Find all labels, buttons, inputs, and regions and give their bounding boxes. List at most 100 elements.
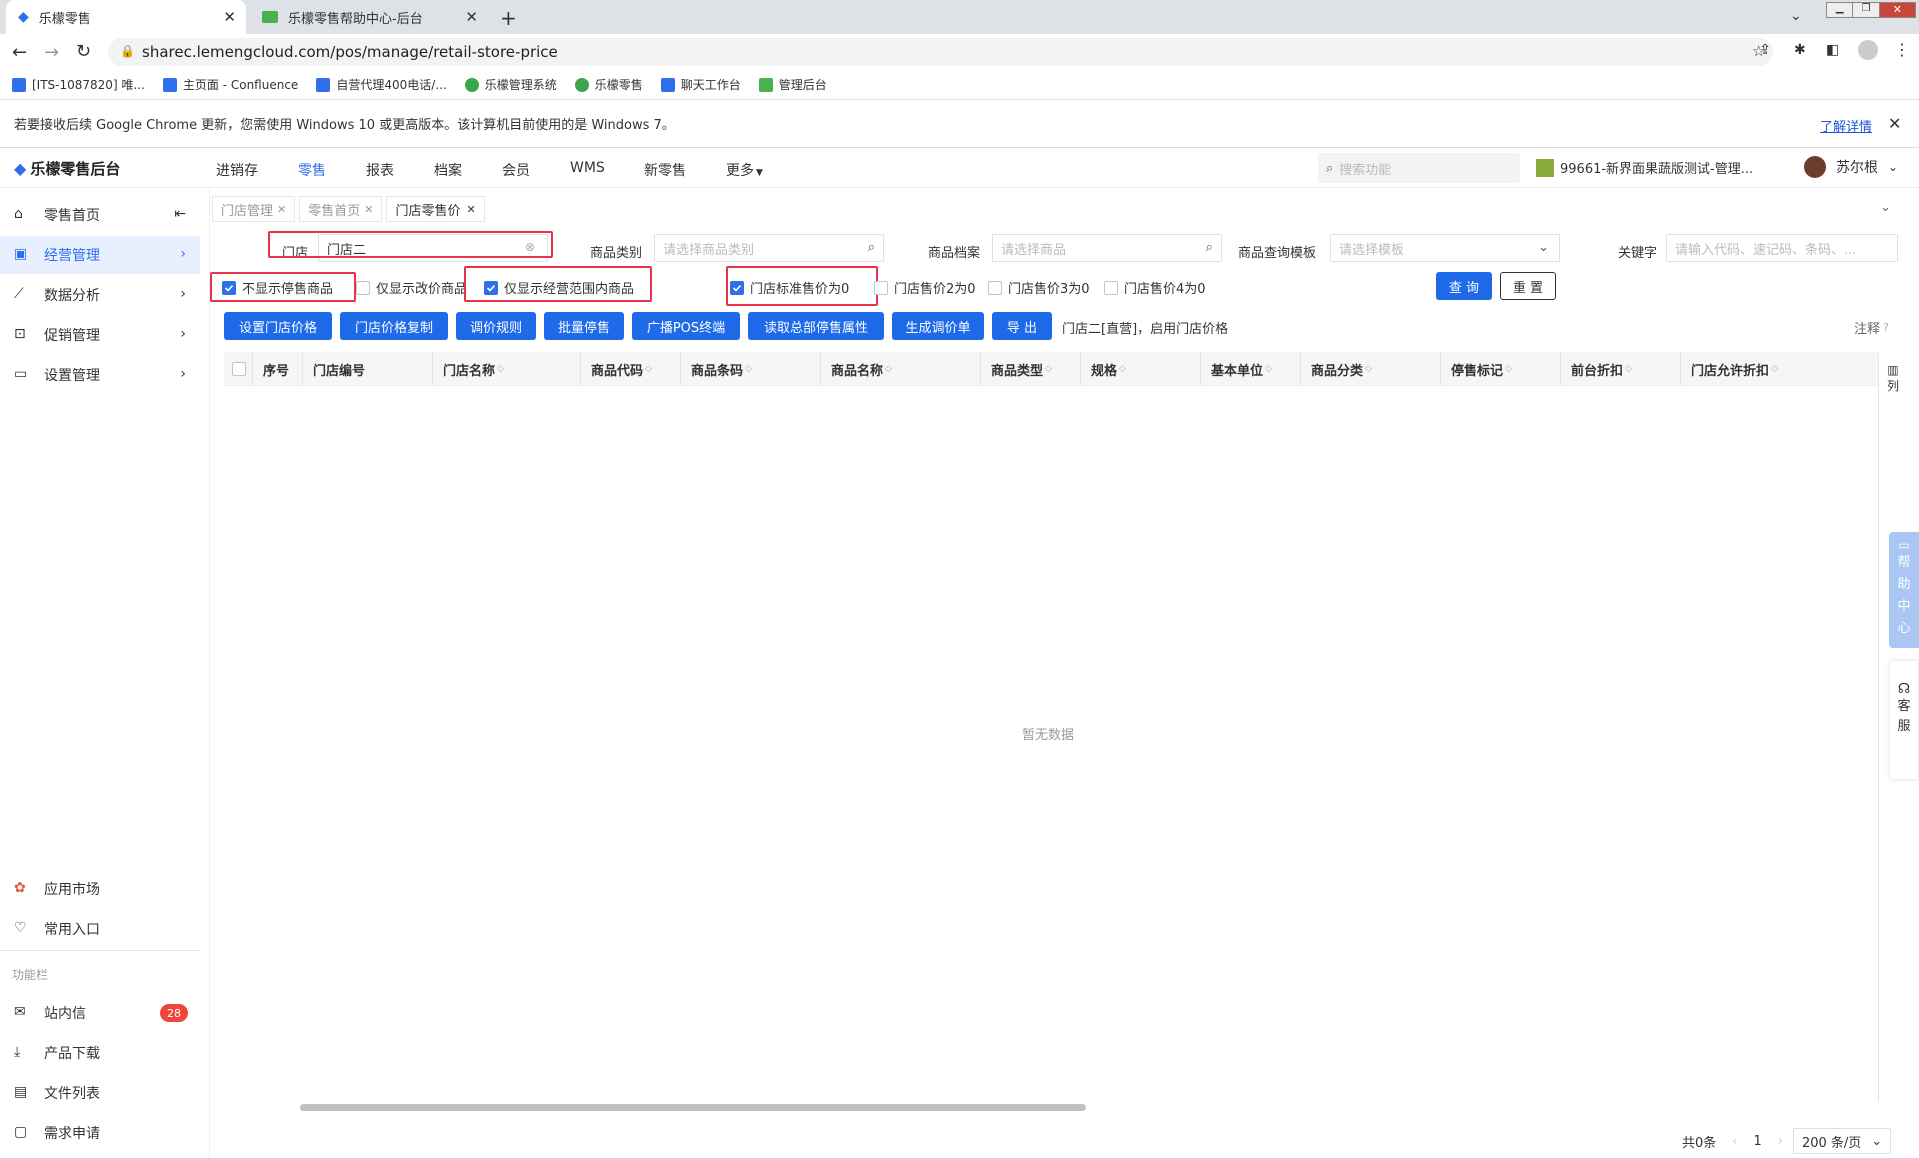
app-logo[interactable]: ◆ 乐檬零售后台 xyxy=(14,158,120,179)
batch-stop-button[interactable]: 批量停售 xyxy=(544,312,624,340)
sidebar-item-settings[interactable]: ▭ 设置管理 › xyxy=(0,356,200,394)
bookmark-item[interactable]: 聊天工作台 xyxy=(660,76,741,93)
set-store-price-button[interactable]: 设置门店价格 xyxy=(224,312,332,340)
column-unit[interactable]: 基本单位 ◇ xyxy=(1200,352,1300,386)
profile-icon[interactable] xyxy=(1858,40,1878,60)
horizontal-scrollbar[interactable] xyxy=(300,1104,1086,1111)
copy-store-price-button[interactable]: 门店价格复制 xyxy=(340,312,448,340)
bookmark-item[interactable]: 乐檬管理系统 xyxy=(464,76,557,93)
minimize-icon[interactable]: ▁ xyxy=(1827,3,1854,17)
checkbox-only-changed[interactable]: 仅显示改价商品 xyxy=(356,278,467,297)
tab-search-icon[interactable]: ⌄ xyxy=(1790,8,1802,24)
checkbox-price3-zero[interactable]: 门店售价3为0 xyxy=(988,278,1090,297)
annotation-link[interactable]: 注释? xyxy=(1854,318,1889,337)
bookmark-item[interactable]: [ITS-1087820] 唯... xyxy=(12,76,145,93)
sort-icon[interactable]: ◇ xyxy=(645,364,652,374)
new-tab-icon[interactable]: + xyxy=(500,6,517,30)
sidepanel-icon[interactable]: ◧ xyxy=(1826,42,1839,58)
address-bar[interactable]: 🔒 sharec.lemengcloud.com/pos/manage/reta… xyxy=(108,38,1773,66)
infobar-close-icon[interactable]: ✕ xyxy=(1888,114,1901,133)
close-icon[interactable]: ✕ xyxy=(465,8,478,26)
select-all-checkbox[interactable] xyxy=(232,362,246,376)
close-icon[interactable]: ✕ xyxy=(364,203,373,216)
sidebar-item-app-market[interactable]: ✿ 应用市场 xyxy=(0,870,200,908)
sort-icon[interactable]: ◇ xyxy=(885,364,892,374)
page-tab-store-mgmt[interactable]: 门店管理 ✕ xyxy=(212,196,296,222)
sort-icon[interactable]: ◇ xyxy=(1265,364,1272,374)
column-goods-name[interactable]: 商品名称 ◇ xyxy=(820,352,980,386)
page-tab-store-price[interactable]: 门店零售价 ✕ xyxy=(386,196,485,222)
nav-report[interactable]: 报表 xyxy=(366,160,394,180)
sidebar-item-request[interactable]: ▢ 需求申请 xyxy=(0,1114,200,1152)
next-page-icon[interactable]: › xyxy=(1778,1134,1783,1149)
column-stop-flag[interactable]: 停售标记 ◇ xyxy=(1440,352,1560,386)
page-tab-retail-home[interactable]: 零售首页 ✕ xyxy=(299,196,383,222)
browser-tab-active[interactable]: ◆ 乐檬零售 ✕ xyxy=(6,0,246,34)
sort-icon[interactable]: ◇ xyxy=(745,364,752,374)
sidebar-item-download[interactable]: ⤓ 产品下载 xyxy=(0,1034,200,1072)
column-goods-type[interactable]: 商品类型 ◇ xyxy=(980,352,1080,386)
column-front-discount[interactable]: 前台折扣 ◇ xyxy=(1560,352,1680,386)
nav-retail[interactable]: 零售 xyxy=(298,160,326,180)
sort-icon[interactable]: ◇ xyxy=(497,364,504,374)
checkbox-price4-zero[interactable]: 门店售价4为0 xyxy=(1104,278,1206,297)
nav-new-retail[interactable]: 新零售 xyxy=(644,160,686,180)
nav-more[interactable]: 更多 ▼ xyxy=(726,160,763,180)
broadcast-pos-button[interactable]: 广播POS终端 xyxy=(632,312,740,340)
customer-service-float[interactable]: ☊ 客服 xyxy=(1889,660,1919,780)
tabs-dropdown-icon[interactable]: ⌄ xyxy=(1880,200,1891,215)
sort-icon[interactable]: ◇ xyxy=(1365,364,1372,374)
sidebar-item-analysis[interactable]: ⟋ 数据分析 › xyxy=(0,276,200,314)
sidebar-item-promotion[interactable]: ⊡ 促销管理 › xyxy=(0,316,200,354)
nav-archive[interactable]: 档案 xyxy=(434,160,462,180)
prev-page-icon[interactable]: ‹ xyxy=(1732,1134,1737,1149)
export-button[interactable]: 导 出 xyxy=(992,312,1052,340)
column-store-discount[interactable]: 门店允许折扣 ◇ xyxy=(1680,352,1832,386)
page-size-select[interactable]: 200 条/页 ⌄ xyxy=(1792,1128,1892,1154)
browser-tab[interactable]: 乐檬零售帮助中心-后台 ✕ xyxy=(250,0,488,34)
bookmark-item[interactable]: 乐檬零售 xyxy=(574,76,643,93)
nav-jxc[interactable]: 进销存 xyxy=(216,160,258,180)
menu-icon[interactable]: ⋮ xyxy=(1894,40,1910,59)
column-settings[interactable]: ▥ 列 xyxy=(1878,362,1908,394)
sidebar-item-favorites[interactable]: ♡ 常用入口 xyxy=(0,910,200,948)
collapse-sidebar-icon[interactable]: ⇤ xyxy=(174,206,186,222)
user-menu[interactable]: 苏尔根 ⌄ xyxy=(1804,156,1898,178)
pagination-current[interactable]: 1 xyxy=(1753,1134,1761,1149)
nav-wms[interactable]: WMS xyxy=(570,160,605,176)
keyword-input[interactable]: 请输入代码、速记码、条码、... xyxy=(1666,234,1898,262)
reload-icon[interactable]: ↻ xyxy=(76,41,91,62)
category-select[interactable]: 请选择商品类别 ⌕ xyxy=(654,234,884,262)
reset-button[interactable]: 重 置 xyxy=(1500,272,1556,300)
archive-select[interactable]: 请选择商品 ⌕ xyxy=(992,234,1222,262)
read-hq-stop-button[interactable]: 读取总部停售属性 xyxy=(748,312,884,340)
close-icon[interactable]: ✕ xyxy=(223,8,236,26)
sort-icon[interactable]: ◇ xyxy=(1505,364,1512,374)
bookmark-item[interactable]: 自营代理400电话/... xyxy=(316,76,447,93)
window-close-icon[interactable]: ✕ xyxy=(1879,3,1915,17)
column-store-no[interactable]: 门店编号 xyxy=(302,352,432,386)
bookmark-star-icon[interactable]: ☆ xyxy=(1752,42,1765,60)
sort-icon[interactable]: ◇ xyxy=(1771,364,1778,374)
infobar-learn-more-link[interactable]: 了解详情 xyxy=(1820,116,1872,135)
close-icon[interactable]: ✕ xyxy=(466,203,475,216)
template-select[interactable]: 请选择模板 ⌄ xyxy=(1330,234,1560,262)
price-rule-button[interactable]: 调价规则 xyxy=(456,312,536,340)
column-goods-code[interactable]: 商品代码 ◇ xyxy=(580,352,680,386)
store-selector[interactable]: 99661-新界面果蔬版测试-管理... xyxy=(1536,158,1753,177)
bookmark-item[interactable]: 管理后台 xyxy=(758,76,827,93)
nav-member[interactable]: 会员 xyxy=(502,160,530,180)
bookmark-item[interactable]: 主页面 - Confluence xyxy=(162,76,298,93)
function-search[interactable]: ⌕ 搜索功能 xyxy=(1318,153,1520,183)
sidebar-item-retail-home[interactable]: ⌂ 零售首页 ⇤ xyxy=(0,196,200,234)
query-button[interactable]: 查 询 xyxy=(1436,272,1492,300)
forward-icon[interactable]: → xyxy=(44,42,59,63)
column-store-name[interactable]: 门店名称 ◇ xyxy=(432,352,580,386)
column-barcode[interactable]: 商品条码 ◇ xyxy=(680,352,820,386)
sort-icon[interactable]: ◇ xyxy=(1045,364,1052,374)
column-spec[interactable]: 规格 ◇ xyxy=(1080,352,1200,386)
checkbox-price2-zero[interactable]: 门店售价2为0 xyxy=(874,278,976,297)
sort-icon[interactable]: ◇ xyxy=(1119,364,1126,374)
help-center-float[interactable]: ▭ 帮助中心 xyxy=(1889,532,1919,648)
generate-adjust-button[interactable]: 生成调价单 xyxy=(892,312,984,340)
